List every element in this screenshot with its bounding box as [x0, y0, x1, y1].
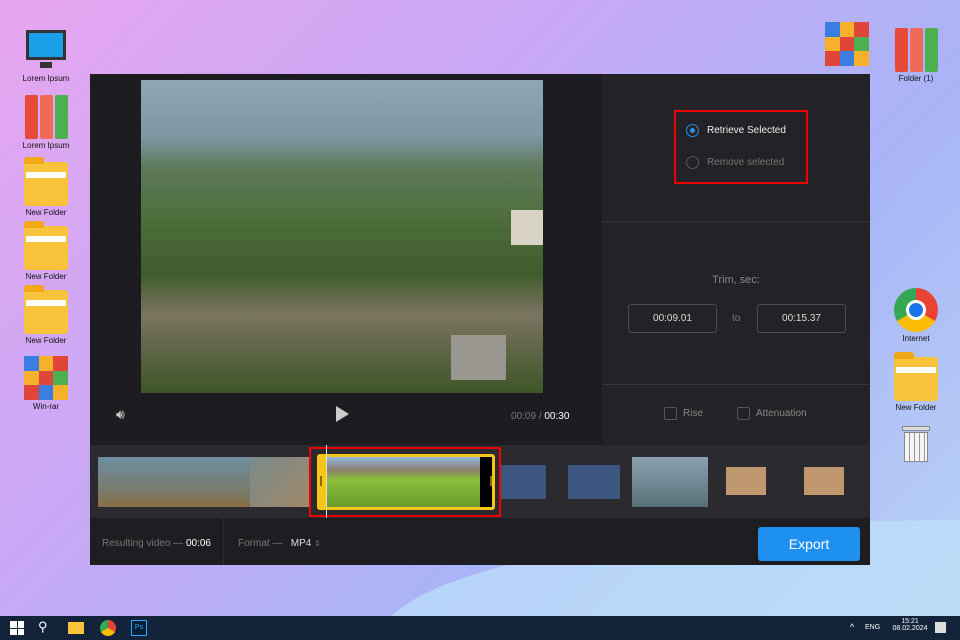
timeline-frame: [250, 457, 310, 507]
desktop-icon-winrar[interactable]: Win-rar: [16, 356, 76, 411]
rise-checkbox[interactable]: Rise: [664, 407, 703, 420]
format-value: MP4: [290, 538, 312, 549]
timeline-frame: [804, 467, 844, 495]
selection-range[interactable]: [317, 454, 495, 510]
radio-unchecked: [686, 156, 699, 169]
chrome-icon[interactable]: [100, 620, 116, 636]
timeline-frame: [98, 457, 250, 507]
total-time: 00:30: [544, 411, 570, 422]
icon-label: Lorem Ipsum: [22, 141, 70, 150]
right-trim-handle[interactable]: [490, 476, 492, 486]
playhead[interactable]: [326, 445, 327, 518]
selected-frames: [326, 457, 480, 507]
left-trim-handle[interactable]: [320, 476, 322, 486]
desktop-icon-winrar[interactable]: [817, 22, 877, 68]
folder-icon: [894, 352, 938, 401]
trim-to-label: to: [732, 313, 741, 324]
video-preview[interactable]: [141, 80, 543, 393]
updown-chevron-icon: ⇕: [314, 539, 321, 548]
timeline[interactable]: [90, 445, 870, 518]
folder-icon: [24, 285, 68, 334]
icon-label: New Folder: [895, 403, 937, 412]
desktop-icon-binders[interactable]: Lorem Ipsum: [16, 95, 76, 150]
radio-label: Remove selected: [707, 157, 785, 168]
divider: [223, 518, 224, 565]
trim-label: Trim, sec:: [712, 274, 760, 286]
taskbar: ⚲ Ps ^ ENG 15:21 08.02.2024: [0, 616, 960, 640]
file-explorer-icon[interactable]: [68, 622, 84, 634]
desktop-icon-folder[interactable]: New Folder: [16, 157, 76, 217]
clock-time: 15:21: [901, 618, 919, 625]
desktop-icon-folder[interactable]: New Folder: [886, 352, 946, 412]
highlight-box: [674, 110, 808, 184]
timeline-frame: [726, 467, 766, 495]
time-display: 00:09 / 00:30: [511, 411, 569, 422]
trim-start-input[interactable]: 00:09.01: [628, 304, 717, 333]
export-button[interactable]: Export: [758, 527, 860, 561]
icon-label: Lorem Ipsum: [22, 74, 70, 83]
language-indicator[interactable]: ENG: [865, 624, 880, 631]
resulting-video: Resulting video — 00:06: [102, 538, 211, 549]
play-button[interactable]: [336, 406, 349, 422]
checkbox-box: [737, 407, 750, 420]
folder-icon: [24, 157, 68, 206]
remove-selected-radio[interactable]: Remove selected: [686, 156, 784, 169]
windows-start-icon[interactable]: [10, 621, 24, 635]
clock[interactable]: 15:21 08.02.2024: [890, 618, 930, 632]
computer-icon: [24, 28, 68, 72]
icon-label: Internet: [902, 334, 930, 343]
checkbox-box: [664, 407, 677, 420]
result-value: 00:06: [185, 538, 211, 549]
selection-mode-section: Retrieve Selected Remove selected: [602, 74, 870, 222]
format-label: Format —: [238, 538, 283, 549]
retrieve-selected-radio[interactable]: Retrieve Selected: [686, 124, 786, 137]
video-editor-window: 🔊︎ 00:09 / 00:30 Retrieve Selected Remov…: [90, 74, 870, 565]
binders-icon: [24, 95, 68, 139]
trim-end-input[interactable]: 00:15.37: [757, 304, 846, 333]
preview-area: 🔊︎ 00:09 / 00:30: [90, 74, 602, 445]
desktop-icon-folder[interactable]: New Folder: [16, 285, 76, 345]
format-selector[interactable]: Format — MP4 ⇕: [238, 538, 321, 549]
icon-label: New Folder: [25, 272, 67, 281]
settings-panel: Retrieve Selected Remove selected Trim, …: [602, 74, 870, 445]
search-icon[interactable]: ⚲: [38, 619, 54, 635]
photoshop-icon[interactable]: Ps: [131, 620, 147, 636]
icon-label: Win-rar: [32, 402, 60, 411]
current-time: 00:09: [511, 411, 537, 422]
result-label: Resulting video —: [102, 538, 184, 549]
effects-section: Rise Attenuation: [602, 385, 870, 445]
notification-icon[interactable]: [935, 622, 946, 633]
trim-section: Trim, sec: 00:09.01 to 00:15.37: [602, 222, 870, 385]
desktop-icon-folder[interactable]: New Folder: [16, 221, 76, 281]
radio-checked: [686, 124, 699, 137]
winrar-icon: [825, 22, 869, 66]
timeline-frame: [500, 465, 546, 499]
volume-button[interactable]: 🔊︎: [116, 406, 125, 423]
desktop-icon-trash[interactable]: [886, 422, 946, 468]
tray-chevron-icon[interactable]: ^: [850, 622, 854, 632]
chrome-icon: [894, 288, 938, 332]
radio-label: Retrieve Selected: [707, 125, 786, 136]
time-separator: /: [538, 411, 542, 422]
checkbox-label: Attenuation: [756, 408, 807, 419]
clock-date: 08.02.2024: [892, 625, 928, 632]
folder-icon: [24, 221, 68, 270]
icon-label: New Folder: [25, 336, 67, 345]
attenuation-checkbox[interactable]: Attenuation: [737, 407, 807, 420]
timeline-frame: [568, 465, 620, 499]
icon-label: Folder (1): [898, 74, 934, 83]
icon-label: New Folder: [25, 208, 67, 217]
bottom-bar: Resulting video — 00:06 Format — MP4 ⇕ E…: [90, 518, 870, 565]
desktop-icon-internet[interactable]: Internet: [886, 288, 946, 343]
winrar-icon: [24, 356, 68, 400]
binders-icon: [894, 28, 938, 72]
timeline-frame: [632, 457, 708, 507]
desktop-icon-computer[interactable]: Lorem Ipsum: [16, 28, 76, 83]
checkbox-label: Rise: [683, 408, 704, 419]
speaker-icon: 🔊︎: [116, 406, 125, 422]
trash-icon: [894, 422, 938, 466]
desktop-icon-binders[interactable]: Folder (1): [886, 28, 946, 83]
